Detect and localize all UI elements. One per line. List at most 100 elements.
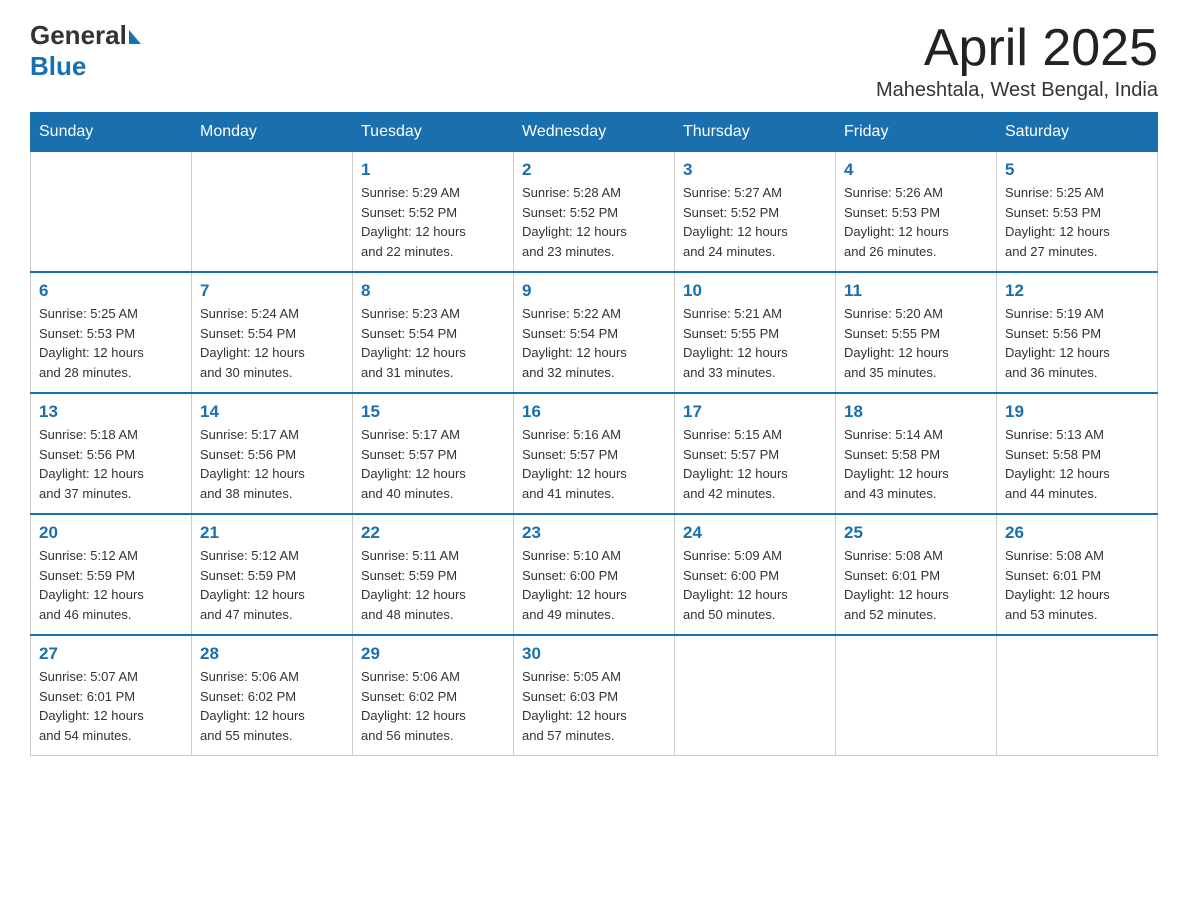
day-info: Sunrise: 5:18 AMSunset: 5:56 PMDaylight:… — [39, 425, 183, 503]
day-number: 16 — [522, 402, 666, 422]
calendar-cell: 26Sunrise: 5:08 AMSunset: 6:01 PMDayligh… — [997, 514, 1158, 635]
day-info: Sunrise: 5:22 AMSunset: 5:54 PMDaylight:… — [522, 304, 666, 382]
day-number: 11 — [844, 281, 988, 301]
calendar-cell: 9 Sunrise: 5:22 AMSunset: 5:54 PMDaylight… — [514, 272, 675, 393]
calendar-cell: 29 Sunrise: 5:06 AMSunset: 6:02 PMDayligh… — [353, 635, 514, 756]
day-info: Sunrise: 5:07 AMSunset: 6:01 PMDaylight:… — [39, 667, 183, 745]
day-number: 8 — [361, 281, 505, 301]
calendar-cell — [836, 635, 997, 756]
header: General Blue April 2025 Maheshtala, West… — [30, 20, 1158, 102]
day-info: Sunrise: 5:08 AMSunset: 6:01 PMDaylight:… — [844, 546, 988, 624]
weekday-header-friday: Friday — [836, 113, 997, 152]
calendar-week-row: 1 Sunrise: 5:29 AMSunset: 5:52 PMDaylight… — [31, 152, 1158, 273]
calendar-cell: 25 Sunrise: 5:08 AMSunset: 6:01 PMDayligh… — [836, 514, 997, 635]
calendar-week-row: 6Sunrise: 5:25 AMSunset: 5:53 PMDaylight… — [31, 272, 1158, 393]
calendar-cell: 12 Sunrise: 5:19 AMSunset: 5:56 PMDayligh… — [997, 272, 1158, 393]
day-info: Sunrise: 5:27 AMSunset: 5:52 PMDaylight:… — [683, 183, 827, 261]
day-info: Sunrise: 5:29 AMSunset: 5:52 PMDaylight:… — [361, 183, 505, 261]
calendar-cell: 21 Sunrise: 5:12 AMSunset: 5:59 PMDayligh… — [192, 514, 353, 635]
weekday-header-row: SundayMondayTuesdayWednesdayThursdayFrid… — [31, 113, 1158, 152]
day-number: 22 — [361, 523, 505, 543]
calendar-cell: 16 Sunrise: 5:16 AMSunset: 5:57 PMDayligh… — [514, 393, 675, 514]
calendar-cell: 15 Sunrise: 5:17 AMSunset: 5:57 PMDayligh… — [353, 393, 514, 514]
day-number: 13 — [39, 402, 183, 422]
calendar-cell: 11 Sunrise: 5:20 AMSunset: 5:55 PMDayligh… — [836, 272, 997, 393]
day-info: Sunrise: 5:19 AMSunset: 5:56 PMDaylight:… — [1005, 304, 1149, 382]
day-number: 27 — [39, 644, 183, 664]
calendar-cell: 10Sunrise: 5:21 AMSunset: 5:55 PMDayligh… — [675, 272, 836, 393]
calendar-cell: 1 Sunrise: 5:29 AMSunset: 5:52 PMDaylight… — [353, 152, 514, 273]
calendar-cell: 30 Sunrise: 5:05 AMSunset: 6:03 PMDayligh… — [514, 635, 675, 756]
calendar-cell: 6Sunrise: 5:25 AMSunset: 5:53 PMDaylight… — [31, 272, 192, 393]
logo-blue: Blue — [30, 51, 86, 82]
weekday-header-tuesday: Tuesday — [353, 113, 514, 152]
calendar-cell: 4 Sunrise: 5:26 AMSunset: 5:53 PMDaylight… — [836, 152, 997, 273]
day-info: Sunrise: 5:06 AMSunset: 6:02 PMDaylight:… — [200, 667, 344, 745]
weekday-header-sunday: Sunday — [31, 113, 192, 152]
day-number: 4 — [844, 160, 988, 180]
calendar-cell — [31, 152, 192, 273]
day-info: Sunrise: 5:06 AMSunset: 6:02 PMDaylight:… — [361, 667, 505, 745]
calendar-cell: 20Sunrise: 5:12 AMSunset: 5:59 PMDayligh… — [31, 514, 192, 635]
day-number: 21 — [200, 523, 344, 543]
calendar-cell: 7Sunrise: 5:24 AMSunset: 5:54 PMDaylight… — [192, 272, 353, 393]
day-number: 29 — [361, 644, 505, 664]
weekday-header-thursday: Thursday — [675, 113, 836, 152]
calendar-cell: 18Sunrise: 5:14 AMSunset: 5:58 PMDayligh… — [836, 393, 997, 514]
day-number: 23 — [522, 523, 666, 543]
calendar-cell: 8 Sunrise: 5:23 AMSunset: 5:54 PMDaylight… — [353, 272, 514, 393]
day-number: 2 — [522, 160, 666, 180]
month-title: April 2025 — [876, 20, 1158, 77]
calendar-cell: 19Sunrise: 5:13 AMSunset: 5:58 PMDayligh… — [997, 393, 1158, 514]
calendar-cell: 17 Sunrise: 5:15 AMSunset: 5:57 PMDayligh… — [675, 393, 836, 514]
day-info: Sunrise: 5:25 AMSunset: 5:53 PMDaylight:… — [1005, 183, 1149, 261]
day-number: 1 — [361, 160, 505, 180]
logo: General Blue — [30, 20, 141, 82]
day-info: Sunrise: 5:09 AMSunset: 6:00 PMDaylight:… — [683, 546, 827, 624]
day-info: Sunrise: 5:10 AMSunset: 6:00 PMDaylight:… — [522, 546, 666, 624]
day-number: 20 — [39, 523, 183, 543]
day-number: 9 — [522, 281, 666, 301]
weekday-header-saturday: Saturday — [997, 113, 1158, 152]
calendar-cell: 2 Sunrise: 5:28 AMSunset: 5:52 PMDaylight… — [514, 152, 675, 273]
calendar-week-row: 27 Sunrise: 5:07 AMSunset: 6:01 PMDayligh… — [31, 635, 1158, 756]
day-number: 10 — [683, 281, 827, 301]
day-number: 14 — [200, 402, 344, 422]
day-info: Sunrise: 5:20 AMSunset: 5:55 PMDaylight:… — [844, 304, 988, 382]
day-number: 28 — [200, 644, 344, 664]
day-info: Sunrise: 5:26 AMSunset: 5:53 PMDaylight:… — [844, 183, 988, 261]
day-info: Sunrise: 5:13 AMSunset: 5:58 PMDaylight:… — [1005, 425, 1149, 503]
day-info: Sunrise: 5:28 AMSunset: 5:52 PMDaylight:… — [522, 183, 666, 261]
calendar-cell: 3 Sunrise: 5:27 AMSunset: 5:52 PMDaylight… — [675, 152, 836, 273]
day-info: Sunrise: 5:23 AMSunset: 5:54 PMDaylight:… — [361, 304, 505, 382]
day-number: 15 — [361, 402, 505, 422]
day-number: 3 — [683, 160, 827, 180]
calendar-cell: 28 Sunrise: 5:06 AMSunset: 6:02 PMDayligh… — [192, 635, 353, 756]
day-number: 12 — [1005, 281, 1149, 301]
day-number: 5 — [1005, 160, 1149, 180]
day-info: Sunrise: 5:05 AMSunset: 6:03 PMDaylight:… — [522, 667, 666, 745]
day-number: 30 — [522, 644, 666, 664]
calendar-cell — [192, 152, 353, 273]
day-number: 17 — [683, 402, 827, 422]
calendar-cell: 24 Sunrise: 5:09 AMSunset: 6:00 PMDayligh… — [675, 514, 836, 635]
day-info: Sunrise: 5:25 AMSunset: 5:53 PMDaylight:… — [39, 304, 183, 382]
logo-triangle-icon — [129, 30, 141, 44]
calendar-cell: 13 Sunrise: 5:18 AMSunset: 5:56 PMDayligh… — [31, 393, 192, 514]
day-info: Sunrise: 5:17 AMSunset: 5:57 PMDaylight:… — [361, 425, 505, 503]
day-info: Sunrise: 5:16 AMSunset: 5:57 PMDaylight:… — [522, 425, 666, 503]
location-title: Maheshtala, West Bengal, India — [876, 79, 1158, 102]
day-number: 24 — [683, 523, 827, 543]
day-info: Sunrise: 5:12 AMSunset: 5:59 PMDaylight:… — [200, 546, 344, 624]
calendar-cell: 23 Sunrise: 5:10 AMSunset: 6:00 PMDayligh… — [514, 514, 675, 635]
calendar-cell: 27 Sunrise: 5:07 AMSunset: 6:01 PMDayligh… — [31, 635, 192, 756]
day-info: Sunrise: 5:15 AMSunset: 5:57 PMDaylight:… — [683, 425, 827, 503]
calendar-cell: 22Sunrise: 5:11 AMSunset: 5:59 PMDayligh… — [353, 514, 514, 635]
weekday-header-monday: Monday — [192, 113, 353, 152]
day-number: 25 — [844, 523, 988, 543]
calendar-week-row: 20 Sunrise: 5:12 AMSunset: 5:59 PMDayligh… — [31, 514, 1158, 635]
calendar-cell — [997, 635, 1158, 756]
calendar-cell — [675, 635, 836, 756]
calendar-week-row: 13 Sunrise: 5:18 AMSunset: 5:56 PMDayligh… — [31, 393, 1158, 514]
day-info: Sunrise: 5:08 AMSunset: 6:01 PMDaylight:… — [1005, 546, 1149, 624]
